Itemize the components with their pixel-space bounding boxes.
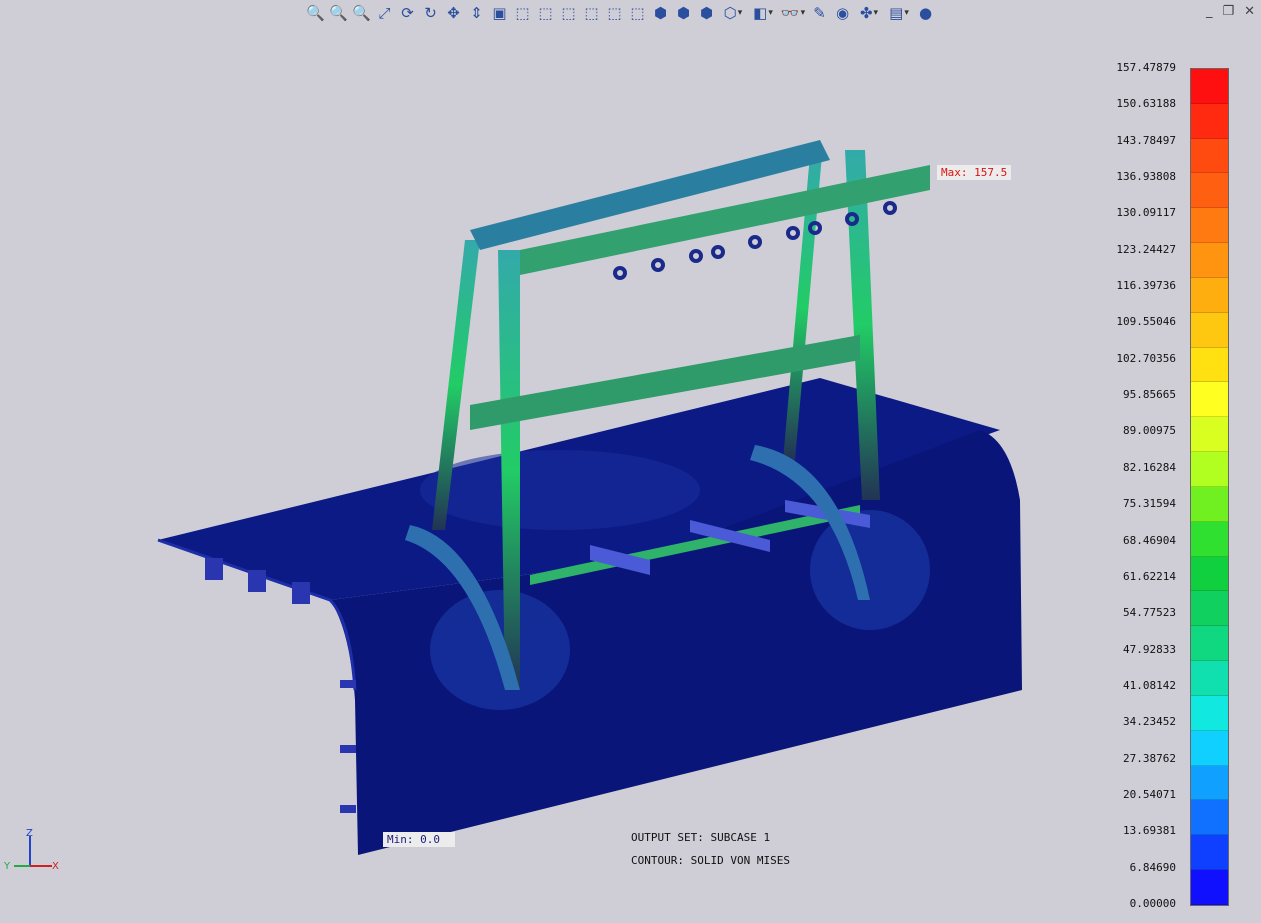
output-set-text: OUTPUT SET: SUBCASE 1 [631,831,771,844]
view-cube-5-icon[interactable]: ⬚ [604,3,625,23]
zoom-icon[interactable]: 🔍 [328,3,349,23]
colorbar-band [1191,312,1228,348]
view-cube-1-icon[interactable]: ⬚ [512,3,533,23]
pan-vertical-icon[interactable]: ⇕ [466,3,487,23]
view-front-icon[interactable]: ▣ [489,3,510,23]
restore-button[interactable]: ❐ [1222,4,1234,19]
render-mode-icon[interactable]: ◧ [749,3,777,23]
colorbar-band [1191,695,1228,731]
post-options-icon[interactable]: ▤ [885,3,913,23]
dynamic-rotate-icon[interactable]: ↻ [420,3,441,23]
legend-value: 6.84690 [1129,860,1176,874]
triad-z-label: Z [26,828,33,839]
colorbar-band [1191,521,1228,557]
colorbar-band [1191,661,1228,696]
legend-value: 157.47879 [1116,61,1176,74]
view-iso-1-icon[interactable]: ⬢ [650,3,671,23]
magnify-select-icon[interactable]: ⤢ [374,3,395,23]
contour-type-text: CONTOUR: SOLID VON MISES [631,854,790,867]
rotate-icon[interactable]: ⟳ [397,3,418,23]
legend-value: 75.31594 [1123,497,1176,511]
max-value-label: Max: 157.5 [937,165,1012,180]
output-info: OUTPUT SET: SUBCASE 1 CONTOUR: SOLID VON… [631,826,790,872]
legend-value: 116.39736 [1116,279,1176,293]
view-iso-3-icon[interactable]: ⬢ [696,3,717,23]
window-controls: _ ❐ ✕ [1206,4,1255,19]
colorbar-band [1191,486,1228,522]
colorbar-band [1191,347,1228,383]
legend-value: 13.69381 [1123,824,1176,838]
legend-value: 150.63188 [1116,97,1176,111]
view-cube-2-icon[interactable]: ⬚ [535,3,556,23]
colorbar-band [1191,800,1228,836]
colorbar-band [1191,173,1228,209]
view-cube-6-icon[interactable]: ⬚ [627,3,648,23]
zoom-in-icon[interactable]: 🔍 [305,3,326,23]
colorbar-band [1191,452,1228,487]
legend-value: 123.24427 [1116,242,1176,256]
colorbar-band [1191,556,1228,592]
triad-y-label: Y [4,861,11,872]
legend-value: 54.77523 [1123,606,1176,620]
min-value-label: Min: 0.0 [383,832,455,847]
legend-value: 95.85665 [1123,388,1176,402]
legend-value: 41.08142 [1123,678,1176,692]
colorbar-band [1191,730,1228,766]
legend-value: 82.16284 [1123,460,1176,474]
colorbar-band [1191,765,1228,801]
legend-value: 34.23452 [1123,715,1176,729]
contour-colorbar [1190,68,1229,906]
colorbar-band [1191,870,1228,905]
minimize-button[interactable]: _ [1206,4,1213,19]
colorbar-band [1191,626,1228,662]
fea-model-viewport[interactable] [0,0,1261,923]
legend-value: 102.70356 [1116,351,1176,365]
entity-select-icon[interactable]: ✤ [855,3,883,23]
legend-value: 47.92833 [1123,642,1176,656]
colorbar-band [1191,277,1228,313]
colorbar-band [1191,835,1228,871]
stop-icon[interactable]: ● [915,3,936,23]
colorbar-band [1191,417,1228,453]
colorbar-band [1191,243,1228,278]
legend-value: 109.55046 [1116,315,1176,329]
legend-value: 136.93808 [1116,170,1176,184]
legend-value: 0.00000 [1129,897,1176,910]
legend-value: 89.00975 [1123,424,1176,438]
view-cube-4-icon[interactable]: ⬚ [581,3,602,23]
visibility-icon[interactable]: 👓 [779,3,807,23]
view-iso-2-icon[interactable]: ⬢ [673,3,694,23]
legend-value: 130.09117 [1116,206,1176,220]
edit-icon[interactable]: ✎ [809,3,830,23]
colorbar-band [1191,382,1228,418]
triad-x-label: X [52,861,59,872]
color-palette-icon[interactable]: ◉ [832,3,853,23]
legend-value: 143.78497 [1116,133,1176,147]
legend-value: 27.38762 [1123,751,1176,765]
colorbar-band [1191,103,1228,139]
axis-triad: Z X Y [4,828,59,872]
colorbar-band [1191,208,1228,244]
colorbar-band [1191,591,1228,627]
zoom-out-icon[interactable]: 🔍 [351,3,372,23]
close-button[interactable]: ✕ [1244,4,1255,19]
view-options-icon[interactable]: ⬡ [719,3,747,23]
legend-value: 61.62214 [1123,569,1176,583]
colorbar-band [1191,138,1228,174]
view-cube-3-icon[interactable]: ⬚ [558,3,579,23]
legend-value: 68.46904 [1123,533,1176,547]
pan-icon[interactable]: ✥ [443,3,464,23]
legend-value: 20.54071 [1123,787,1176,801]
colorbar-band [1191,69,1228,104]
view-toolbar: 🔍🔍🔍⤢⟳↻✥⇕▣⬚⬚⬚⬚⬚⬚⬢⬢⬢⬡◧👓✎◉✤▤● [305,2,936,24]
